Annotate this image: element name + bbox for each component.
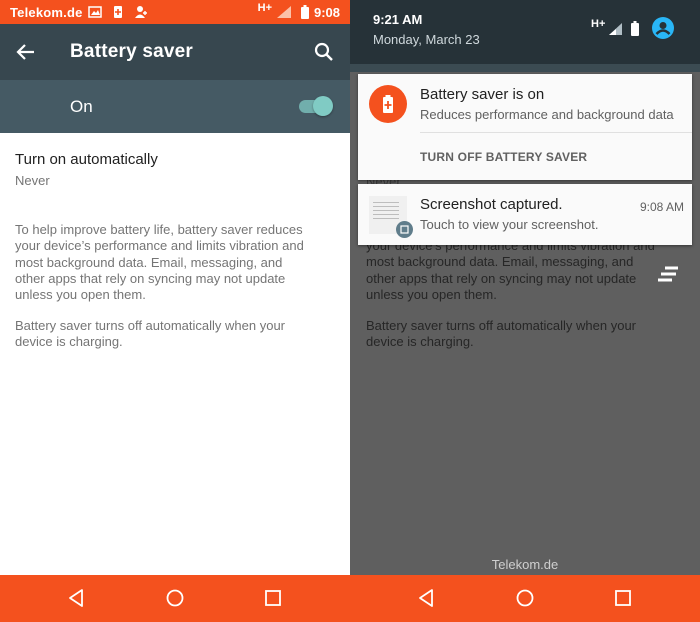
dimmed-charging-note-line: Battery saver turns off automatically wh… [366, 318, 636, 333]
app-bar: Battery saver [0, 24, 350, 80]
switch-state-label: On [70, 97, 93, 116]
triangle-back-icon[interactable] [416, 587, 438, 609]
signal-icon [277, 6, 291, 18]
shade-header-strip [350, 64, 700, 72]
battery-plus-icon [369, 85, 407, 123]
square-recents-icon[interactable] [612, 587, 634, 609]
notification-text: Touch to view your screenshot. [420, 217, 599, 232]
navigation-bar [350, 575, 700, 622]
battery-saver-notification[interactable]: Battery saver is on Reduces performance … [358, 74, 692, 180]
description-line: To help improve battery life, battery sa… [15, 222, 303, 237]
description-line: other apps that rely on syncing may not … [15, 270, 286, 286]
navigation-bar [0, 575, 350, 622]
master-switch-bar[interactable]: On [0, 80, 350, 133]
notification-title: Battery saver is on [420, 86, 545, 103]
screenshot-notification[interactable]: Screenshot captured. Touch to view your … [358, 184, 692, 245]
dimmed-description-line: most background data. Email, messaging, … [366, 254, 634, 270]
circle-home-icon[interactable] [514, 587, 536, 609]
user-avatar-icon[interactable] [652, 17, 674, 39]
charging-note: Battery saver turns off automatically wh… [15, 318, 337, 351]
person-icon [655, 22, 671, 35]
network-type-label: H+ [257, 2, 272, 14]
dimmed-charging-note-line: device is charging. [366, 334, 474, 350]
carrier-label: Telekom.de [10, 5, 83, 20]
battery-icon [631, 21, 639, 36]
turn-on-automatically-setting[interactable]: Turn on automatically Never [15, 151, 158, 188]
setting-title: Turn on automatically [15, 151, 158, 168]
dimmed-description-line: other apps that rely on syncing may not … [366, 270, 637, 286]
battery-saver-settings-screen: Telekom.de H+ 9:08 Battery saver On Turn… [0, 0, 350, 622]
shade-network-type: H+ [591, 18, 606, 30]
battery-saver-status-icon [114, 6, 122, 18]
search-icon[interactable] [312, 40, 336, 64]
page-title: Battery saver [70, 41, 194, 62]
arrow-left-icon[interactable] [14, 40, 38, 64]
square-recents-icon[interactable] [262, 587, 284, 609]
shade-time: 9:21 AM [373, 12, 423, 27]
notification-title: Screenshot captured. [420, 196, 563, 213]
shade-header: 9:21 AM Monday, March 23 H+ [350, 0, 700, 64]
image-icon [88, 6, 102, 18]
description-line: most background data. Email, messaging, … [15, 254, 283, 270]
battery-saver-description: To help improve battery life, battery sa… [15, 222, 337, 303]
shade-date: Monday, March 23 [373, 32, 480, 47]
notification-shade-screen: Never your device’s performance and limi… [350, 0, 700, 622]
charging-note-line: device is charging. [15, 334, 123, 350]
collapse-shade-icon[interactable] [656, 266, 680, 282]
dimmed-charging-note: Battery saver turns off automatically wh… [366, 318, 688, 351]
gallery-badge-icon [396, 221, 413, 238]
circle-home-icon[interactable] [164, 587, 186, 609]
setting-value: Never [15, 173, 50, 188]
screenshot-thumbnail [369, 196, 413, 238]
description-line: unless you open them. [15, 287, 146, 303]
battery-icon [301, 5, 309, 19]
dimmed-description-line: unless you open them. [366, 286, 497, 302]
shade-carrier-label: Telekom.de [491, 557, 559, 572]
toggle-thumb [313, 96, 333, 116]
thumbnail-content [373, 202, 399, 222]
notification-divider [420, 132, 692, 133]
notification-text: Reduces performance and background data [420, 107, 674, 122]
dimmed-description: your device’s performance and limits vib… [366, 238, 688, 303]
status-bar: Telekom.de H+ 9:08 [0, 0, 350, 24]
turn-off-battery-saver-button[interactable]: TURN OFF BATTERY SAVER [420, 150, 587, 164]
battery-saver-toggle[interactable] [297, 96, 333, 116]
notification-time: 9:08 AM [639, 200, 684, 214]
signal-icon [609, 23, 622, 35]
description-line: your device’s performance and limits vib… [15, 238, 304, 254]
triangle-back-icon[interactable] [66, 587, 88, 609]
charging-note-line: Battery saver turns off automatically wh… [15, 318, 285, 333]
person-add-icon [135, 6, 147, 18]
status-time: 9:08 [313, 5, 340, 20]
